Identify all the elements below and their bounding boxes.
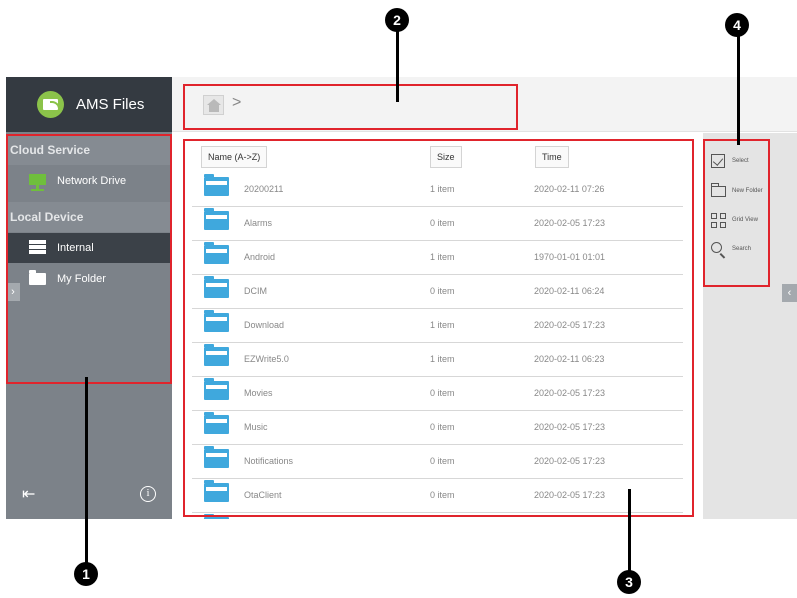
callout-leader-4 bbox=[737, 30, 740, 145]
callout-box-2 bbox=[183, 84, 518, 130]
callout-box-3 bbox=[183, 139, 694, 517]
app-title: AMS Files bbox=[76, 96, 145, 113]
callout-badge-4: 4 bbox=[725, 13, 749, 37]
callout-box-4 bbox=[703, 139, 770, 287]
callout-leader-2 bbox=[396, 27, 399, 102]
callout-badge-2: 2 bbox=[385, 8, 409, 32]
logout-icon[interactable]: ⇤ bbox=[22, 487, 40, 503]
ams-files-logo-icon bbox=[37, 91, 64, 118]
app-header: AMS Files bbox=[6, 77, 172, 132]
folder-icon bbox=[204, 514, 229, 519]
info-icon[interactable]: i bbox=[140, 486, 156, 502]
callout-box-1 bbox=[6, 134, 172, 384]
callout-badge-3: 3 bbox=[617, 570, 641, 594]
callout-leader-1 bbox=[85, 377, 88, 563]
callout-badge-1: 1 bbox=[74, 562, 98, 586]
panel-collapse-button[interactable]: ‹ bbox=[782, 284, 797, 302]
callout-leader-3 bbox=[628, 489, 631, 571]
